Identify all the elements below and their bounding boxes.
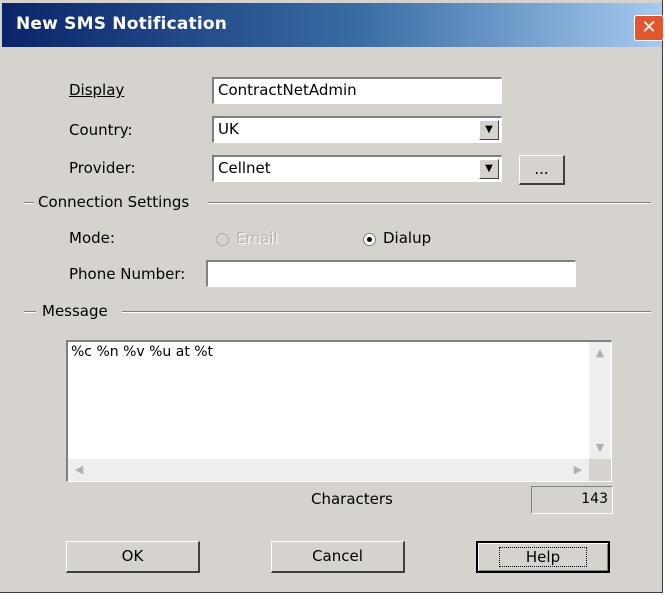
provider-select[interactable]: Cellnet ▼ — [212, 155, 502, 182]
cancel-label: Cancel — [312, 547, 363, 565]
mode-dialup-label: Dialup — [383, 229, 432, 247]
scroll-right-icon[interactable]: ▶ — [568, 460, 588, 480]
country-select[interactable]: UK ▼ — [212, 116, 502, 143]
connection-group-line-right — [208, 202, 651, 204]
browse-label: ... — [534, 160, 549, 178]
mode-email-radio[interactable] — [216, 233, 229, 246]
radio-selected-dot — [367, 237, 372, 242]
chevron-down-icon[interactable]: ▼ — [479, 120, 499, 140]
close-button[interactable]: ✕ — [634, 15, 664, 41]
mode-label: Mode: — [69, 229, 115, 247]
connection-group-line-left — [24, 202, 34, 204]
mode-dialup-radio[interactable] — [363, 233, 376, 246]
message-text: %c %n %v %u at %t — [71, 344, 214, 360]
provider-browse-button[interactable]: ... — [519, 155, 565, 185]
mode-email-label: Email — [236, 229, 278, 247]
phone-number-input[interactable] — [206, 260, 576, 287]
cancel-button[interactable]: Cancel — [271, 541, 405, 573]
message-heading: Message — [42, 302, 108, 320]
scroll-down-icon[interactable]: ▼ — [590, 438, 610, 458]
sms-notification-dialog: New SMS Notification ✕ Display ContractN… — [0, 0, 664, 593]
message-group-line-left — [24, 311, 36, 313]
display-label: Display — [69, 81, 124, 99]
help-button[interactable]: Help — [476, 541, 610, 573]
scroll-left-icon[interactable]: ◀ — [69, 460, 89, 480]
country-label: Country: — [69, 121, 133, 139]
characters-count: 143 — [581, 491, 608, 507]
country-value: UK — [218, 120, 239, 138]
display-value: ContractNetAdmin — [218, 81, 357, 99]
title-bar[interactable]: New SMS Notification ✕ — [2, 3, 664, 47]
message-group-line-right — [122, 311, 651, 313]
close-icon: ✕ — [641, 17, 657, 38]
phone-number-label: Phone Number: — [69, 265, 186, 283]
chevron-down-icon[interactable]: ▼ — [479, 159, 499, 179]
display-field[interactable]: ContractNetAdmin — [212, 77, 502, 104]
provider-value: Cellnet — [218, 159, 271, 177]
scrollbar-corner — [589, 459, 611, 481]
vertical-scrollbar[interactable]: ▲ ▼ — [589, 342, 611, 459]
characters-count-field: 143 — [531, 486, 613, 514]
characters-label: Characters — [311, 490, 393, 508]
display-label-text: Display — [69, 81, 125, 99]
provider-label: Provider: — [69, 159, 136, 177]
ok-label: OK — [121, 547, 144, 565]
scroll-up-icon[interactable]: ▲ — [590, 343, 610, 363]
horizontal-scrollbar[interactable]: ◀ ▶ — [68, 459, 589, 481]
window-title: New SMS Notification — [16, 14, 228, 34]
help-label: Help — [498, 547, 588, 567]
connection-settings-heading: Connection Settings — [38, 193, 190, 211]
message-textarea[interactable]: %c %n %v %u at %t ▲ ▼ ◀ ▶ — [66, 340, 612, 482]
ok-button[interactable]: OK — [66, 541, 200, 573]
